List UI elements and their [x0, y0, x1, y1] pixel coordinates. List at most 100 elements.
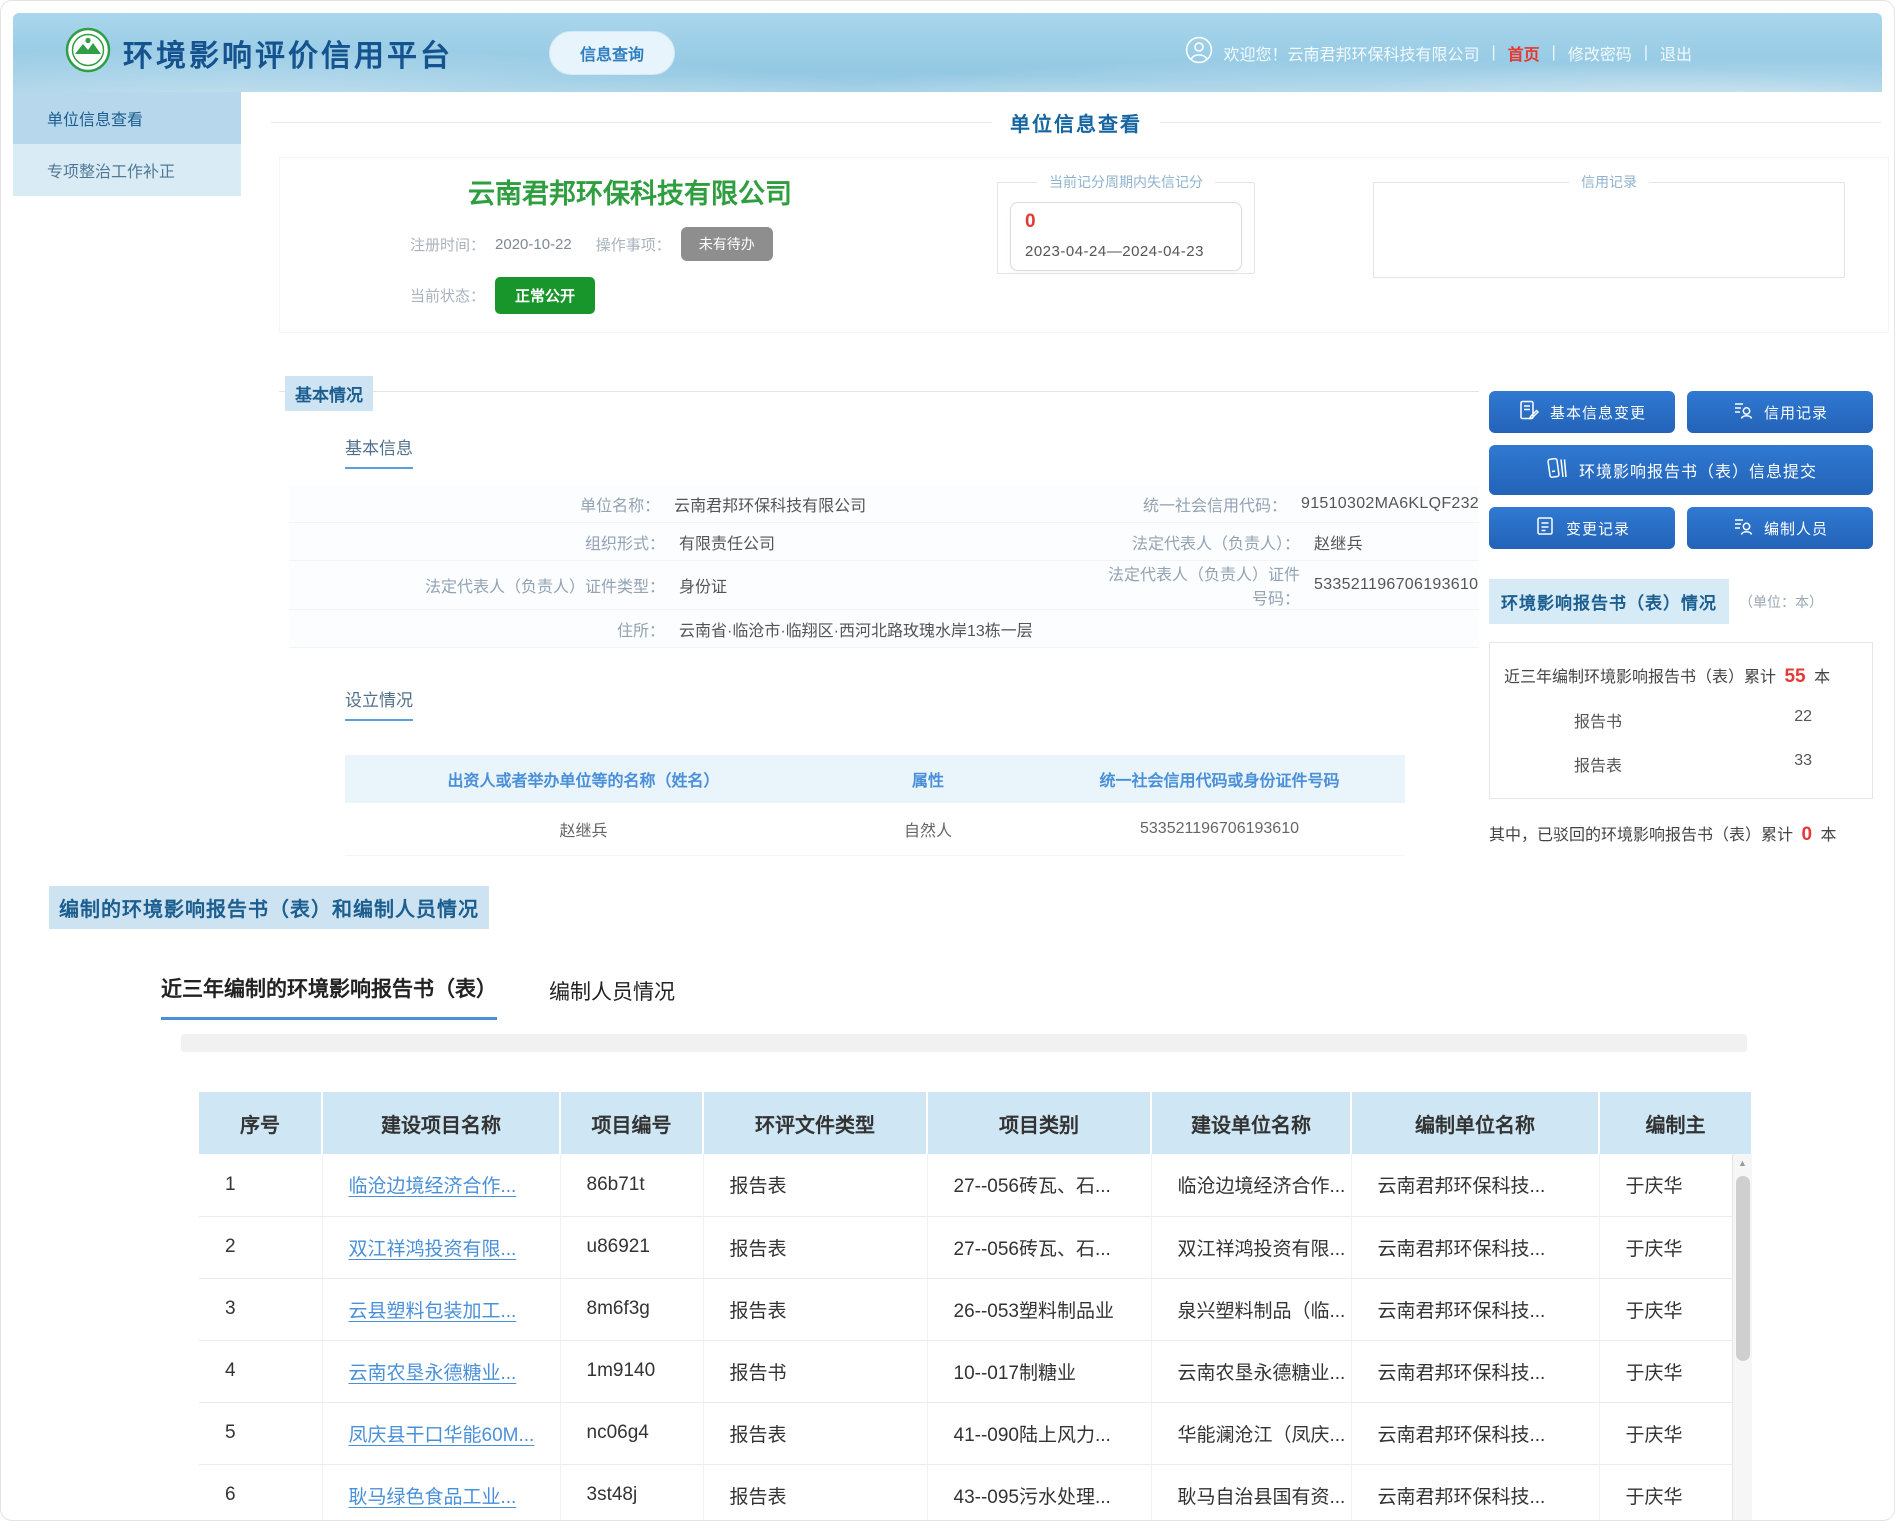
- doc-type-cell: 报告表: [703, 1402, 927, 1464]
- stats-total-unit: 本: [1814, 669, 1830, 686]
- credit-record-box: 信用记录: [1373, 172, 1845, 278]
- field-value: 身份证: [679, 573, 1099, 597]
- scroll-up-arrow[interactable]: ▲: [1733, 1154, 1752, 1172]
- seq-cell: 3: [199, 1278, 322, 1340]
- basic-info-change-button[interactable]: 基本信息变更: [1489, 391, 1675, 433]
- seq-cell: 6: [199, 1464, 322, 1521]
- project-code-cell: 3st48j: [560, 1464, 703, 1521]
- project-code-cell: 86b71t: [560, 1154, 703, 1216]
- column-header-builder: 建设单位名称: [1151, 1092, 1351, 1154]
- stats-label: 报告书: [1574, 708, 1622, 732]
- tab-recent-reports[interactable]: 近三年编制的环境影响报告书（表）: [161, 973, 497, 1020]
- clipboard-icon: [1534, 515, 1556, 541]
- topbar: 环境影响评价信用平台 信息查询 欢迎您！云南君邦环保科技有限公司 | 首页 | …: [13, 13, 1882, 92]
- vertical-scrollbar[interactable]: ▲: [1732, 1154, 1752, 1521]
- platform-title: 环境影响评价信用平台: [123, 31, 453, 75]
- table-row: 3云县塑料包装加工...8m6f3g报告表26--053塑料制品业泉兴塑料制品（…: [199, 1278, 1752, 1340]
- nav-separator: |: [1552, 44, 1556, 62]
- reports-section: 编制的环境影响报告书（表）和编制人员情况 近三年编制的环境影响报告书（表） 编制…: [13, 886, 1889, 1521]
- category-cell: 26--053塑料制品业: [927, 1278, 1151, 1340]
- doc-type-cell: 报告表: [703, 1154, 927, 1216]
- tab-staff-info[interactable]: 编制人员情况: [549, 976, 675, 1020]
- category-cell: 27--056砖瓦、石...: [927, 1154, 1151, 1216]
- project-name-link[interactable]: 临沧边境经济合作...: [322, 1154, 560, 1216]
- project-name-link[interactable]: 云南农垦永德糖业...: [322, 1340, 560, 1402]
- score-box: 当前记分周期内失信记分 0 2023-04-24—2024-04-23: [997, 172, 1255, 274]
- category-cell: 27--056砖瓦、石...: [927, 1216, 1151, 1278]
- button-label: 环境影响报告书（表）信息提交: [1579, 458, 1817, 482]
- stats-rejected-unit: 本: [1821, 827, 1837, 844]
- tab-establishment[interactable]: 设立情况: [345, 686, 413, 721]
- reports-section-title: 编制的环境影响报告书（表）和编制人员情况: [49, 886, 489, 929]
- project-code-cell: nc06g4: [560, 1402, 703, 1464]
- staff-button[interactable]: 编制人员: [1687, 507, 1873, 549]
- button-label: 变更记录: [1566, 518, 1630, 539]
- column-header-code: 项目编号: [560, 1092, 703, 1154]
- lead-name-cell: 于庆华: [1599, 1340, 1752, 1402]
- investor-id: 533521196706193610: [1034, 803, 1405, 856]
- reports-tabs: 近三年编制的环境影响报告书（表） 编制人员情况: [161, 973, 1889, 1020]
- nav-change-password-link[interactable]: 修改密码: [1568, 41, 1632, 65]
- compiler-name-cell: 云南君邦环保科技...: [1351, 1278, 1599, 1340]
- project-name-link[interactable]: 凤庆县干口华能60M...: [322, 1402, 560, 1464]
- operation-badge: 未有待办: [681, 227, 773, 261]
- compiler-name-cell: 云南君邦环保科技...: [1351, 1402, 1599, 1464]
- lead-name-cell: 于庆华: [1599, 1216, 1752, 1278]
- builder-name-cell: 华能澜沧江（凤庆...: [1151, 1402, 1351, 1464]
- platform-logo-icon: [65, 27, 111, 78]
- info-query-button[interactable]: 信息查询: [549, 31, 675, 75]
- stats-rejected-value: 0: [1797, 824, 1816, 845]
- score-value: 0: [1025, 211, 1227, 233]
- page-title: 单位信息查看: [992, 108, 1160, 137]
- company-card: 云南君邦环保科技有限公司 注册时间： 2020-10-22 操作事项： 未有待办…: [280, 172, 985, 314]
- button-label: 信用记录: [1764, 402, 1828, 423]
- stats-box: 近三年编制环境影响报告书（表）累计 55 本 报告书 22 报告表: [1489, 642, 1873, 799]
- report-book-icon: [1545, 456, 1569, 485]
- seq-cell: 5: [199, 1402, 322, 1464]
- report-table-body: 1临沧边境经济合作...86b71t报告表27--056砖瓦、石...临沧边境经…: [199, 1154, 1752, 1521]
- doc-type-cell: 报告表: [703, 1464, 927, 1521]
- nav-logout-link[interactable]: 退出: [1660, 41, 1692, 65]
- change-record-button[interactable]: 变更记录: [1489, 507, 1675, 549]
- form-row: 住所： 云南省·临沧市·临翔区·西河北路玫瑰水岸13栋一层: [289, 610, 1479, 648]
- nav-separator: |: [1644, 44, 1648, 62]
- project-name-link[interactable]: 云县塑料包装加工...: [322, 1278, 560, 1340]
- lead-name-cell: 于庆华: [1599, 1402, 1752, 1464]
- scrollbar-thumb[interactable]: [1736, 1176, 1750, 1361]
- column-header: 属性: [822, 755, 1034, 803]
- field-label: 法定代表人（负责人）证件类型：: [289, 573, 679, 597]
- table-row: 5凤庆县干口华能60M...nc06g4报告表41--090陆上风力...华能澜…: [199, 1402, 1752, 1464]
- seq-cell: 2: [199, 1216, 322, 1278]
- status-badge: 正常公开: [495, 277, 595, 314]
- field-label: 统一社会信用代码：: [1089, 492, 1301, 516]
- operation-label: 操作事项：: [596, 234, 671, 255]
- project-name-link[interactable]: 耿马绿色食品工业...: [322, 1464, 560, 1521]
- stats-value: 33: [1794, 752, 1812, 776]
- horizontal-scrollbar[interactable]: [181, 1034, 1747, 1052]
- investor-name: 赵继兵: [345, 803, 822, 856]
- category-cell: 41--090陆上风力...: [927, 1402, 1151, 1464]
- field-label: 法定代表人（负责人）：: [1099, 530, 1314, 554]
- project-name-link[interactable]: 双江祥鸿投资有限...: [322, 1216, 560, 1278]
- stats-title: 环境影响报告书（表）情况: [1489, 579, 1729, 624]
- main-panel: 单位信息查看 云南君邦环保科技有限公司 注册时间： 2020-10-22 操作事…: [259, 108, 1889, 856]
- nav-home-link[interactable]: 首页: [1508, 41, 1540, 65]
- establishment-table: 出资人或者举办单位等的名称（姓名） 属性 统一社会信用代码或身份证件号码 赵继兵…: [345, 755, 1405, 856]
- company-summary: 云南君邦环保科技有限公司 注册时间： 2020-10-22 操作事项： 未有待办…: [279, 157, 1889, 333]
- brand: 环境影响评价信用平台: [65, 27, 453, 78]
- field-label: 组织形式：: [289, 530, 679, 554]
- builder-name-cell: 双江祥鸿投资有限...: [1151, 1216, 1351, 1278]
- score-box-legend: 当前记分周期内失信记分: [1037, 172, 1215, 192]
- sidebar-item-unit-info[interactable]: 单位信息查看: [13, 92, 241, 144]
- nav-separator: |: [1491, 44, 1495, 62]
- form-row: 法定代表人（负责人）证件类型： 身份证 法定代表人（负责人）证件号码： 5335…: [289, 561, 1479, 610]
- column-header: 出资人或者举办单位等的名称（姓名）: [345, 755, 822, 803]
- category-cell: 43--095污水处理...: [927, 1464, 1151, 1521]
- welcome-text: 欢迎您！云南君邦环保科技有限公司: [1223, 41, 1479, 65]
- tab-basic-info[interactable]: 基本信息: [345, 434, 413, 469]
- credit-record-button[interactable]: 信用记录: [1687, 391, 1873, 433]
- document-person-icon: [1732, 399, 1754, 425]
- report-submit-button[interactable]: 环境影响报告书（表）信息提交: [1489, 445, 1873, 495]
- register-label: 注册时间：: [410, 234, 485, 255]
- sidebar-item-special-rectify[interactable]: 专项整治工作补正: [13, 144, 241, 196]
